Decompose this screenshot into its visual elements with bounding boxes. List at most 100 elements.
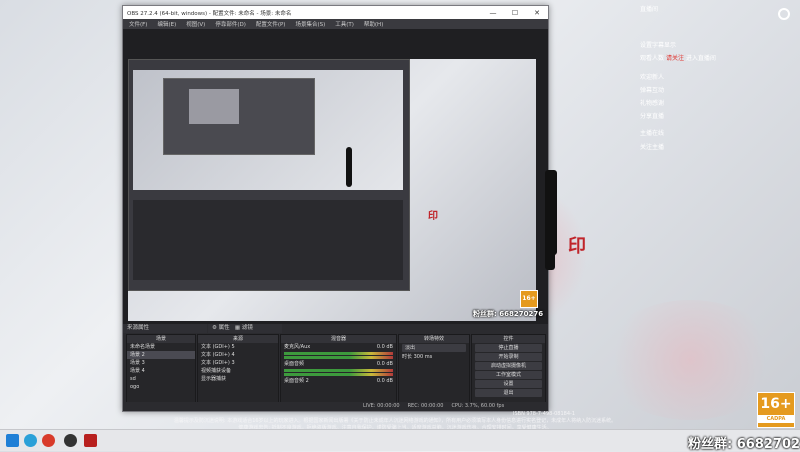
mixer-db: 0.0 dB <box>376 344 393 350</box>
menu-file[interactable]: 文件(F) <box>129 20 147 28</box>
source-item[interactable]: 文本 (GDI+) 5 <box>198 343 278 351</box>
nested-window-2 <box>163 78 315 155</box>
settings-button[interactable]: 设置 <box>475 380 542 388</box>
overlay-line: 设置字幕显示 <box>640 42 677 49</box>
overlay-line: 关注主播 <box>640 144 665 151</box>
scene-item[interactable]: sd <box>127 375 195 383</box>
notice-line: 温馨提示及防沉迷说明: 本游戏适合16岁以上的玩家进入。根据国家新闻出版署《关于… <box>173 418 617 424</box>
calligraphy-stroke <box>545 170 555 270</box>
rec-status: REC: 00:00:00 <box>407 403 444 409</box>
sources-header: 来源 <box>198 335 278 343</box>
properties-button[interactable]: ⚙ 属性 ▦ 滤镜 <box>208 324 282 333</box>
mixer-channel-label: 桌面音频 2 0.0 dB <box>281 377 396 385</box>
mixer-label: 麦克风/Aux <box>284 344 311 350</box>
duration-value[interactable]: 300 ms <box>414 354 433 360</box>
taskbar <box>0 429 800 451</box>
mixer-channel-label: 麦克风/Aux 0.0 dB <box>281 343 396 351</box>
mixer-dock: 混音器 麦克风/Aux 0.0 dB 桌面音频 0.0 dB 桌面音频 2 0.… <box>280 334 397 404</box>
source-item[interactable]: 文本 (GDI+) 4 <box>198 351 278 359</box>
obs-titlebar[interactable]: OBS 27.2.4 (64-bit, windows) - 配置文件: 未命名… <box>123 6 548 19</box>
overlay-line: 礼物感谢 <box>640 100 665 107</box>
volume-meter[interactable] <box>284 369 393 372</box>
minimize-icon[interactable]: — <box>482 9 504 17</box>
start-icon[interactable] <box>6 434 19 447</box>
obs-window[interactable]: OBS 27.2.4 (64-bit, windows) - 配置文件: 未命名… <box>122 5 549 412</box>
controls-dock: 控件 停止直播 开始录制 启动虚拟摄像机 工作室模式 设置 退出 <box>471 334 546 404</box>
overlay-line: 分享直播 <box>640 113 665 120</box>
menu-docks[interactable]: 停靠部件(D) <box>215 20 246 28</box>
mixer-db: 0.0 dB <box>376 361 393 367</box>
nested-overlay-text <box>398 59 478 139</box>
duration-row: 时长 300 ms <box>399 353 469 361</box>
scene-item[interactable]: 场景 4 <box>127 367 195 375</box>
app-icon[interactable] <box>84 434 97 447</box>
scenes-dock: 场景 未命名场景 场景 2 场景 3 场景 4 sd ogo <box>126 334 196 404</box>
age-rating-text: 16+ <box>760 396 792 412</box>
mixer-header: 混音器 <box>281 335 396 343</box>
scene-item[interactable]: 场景 3 <box>127 359 195 367</box>
overlay-text: 进入直播间 <box>685 55 716 62</box>
app-icon[interactable] <box>42 434 55 447</box>
age-rating-badge: 16+ <box>520 290 538 308</box>
volume-meter[interactable] <box>284 356 393 359</box>
stop-streaming-button[interactable]: 停止直播 <box>475 344 542 352</box>
nested-obs-window <box>128 59 410 291</box>
start-recording-button[interactable]: 开始录制 <box>475 353 542 361</box>
background-flower <box>600 300 780 420</box>
cpu-status: CPU: 3.7%, 60.00 fps <box>451 403 505 409</box>
transition-dock: 转场特效 淡出 时长 300 ms <box>398 334 470 404</box>
studio-mode-button[interactable]: 工作室模式 <box>475 371 542 379</box>
live-status: LIVE: 00:00:00 <box>363 403 400 409</box>
overlay-line: 弹幕互动 <box>640 87 665 94</box>
menu-tools[interactable]: 工具(T) <box>335 20 354 28</box>
transition-select[interactable]: 淡出 <box>402 344 466 352</box>
fans-group-text: 粉丝群: 668270276 <box>473 310 544 318</box>
maximize-icon[interactable]: ☐ <box>504 9 526 17</box>
overlay-line: 欢迎新人 <box>640 74 665 81</box>
gear-icon[interactable] <box>778 8 790 20</box>
seal-stamp: 印 <box>568 236 586 257</box>
nested-docks <box>133 200 403 280</box>
obs-statusbar: LIVE: 00:00:00 REC: 00:00:00 CPU: 3.7%, … <box>123 402 548 411</box>
close-icon[interactable]: ✕ <box>526 9 548 17</box>
nested-preview <box>133 70 403 190</box>
overlay-line: 观看人数 请关注 进入直播间 <box>640 53 716 62</box>
scene-item[interactable]: 未命名场景 <box>127 343 195 351</box>
source-item[interactable]: 显示器捕获 <box>198 375 278 383</box>
scene-item[interactable]: 场景 2 <box>127 351 195 359</box>
menu-profile[interactable]: 配置文件(P) <box>256 20 286 28</box>
mixer-label: 桌面音频 2 <box>284 378 309 384</box>
obs-menubar: 文件(F) 编辑(E) 视图(V) 停靠部件(D) 配置文件(P) 场景集合(S… <box>123 19 548 29</box>
menu-edit[interactable]: 编辑(E) <box>157 20 176 28</box>
overlay-highlight: 请关注 <box>665 55 684 62</box>
age-rating-badge-large: 16+ CADPA <box>757 392 795 428</box>
edge-icon[interactable] <box>24 434 37 447</box>
mixer-channel-label: 桌面音频 0.0 dB <box>281 360 396 368</box>
transition-header: 转场特效 <box>399 335 469 343</box>
volume-meter[interactable] <box>284 352 393 355</box>
virtual-camera-button[interactable]: 启动虚拟摄像机 <box>475 362 542 370</box>
controls-header: 控件 <box>472 335 545 343</box>
overlay-line: 直播间 <box>640 6 659 13</box>
menu-help[interactable]: 帮助(H) <box>364 20 383 28</box>
isbn-text: ISBN 978-7-498-08184-1 <box>513 411 575 417</box>
overlay-text: 观看人数 <box>640 55 665 62</box>
menu-scene-collection[interactable]: 场景集合(S) <box>295 20 325 28</box>
calligraphy-stroke <box>346 147 352 187</box>
seal-stamp: 印 <box>428 211 438 222</box>
menu-view[interactable]: 视图(V) <box>186 20 205 28</box>
source-item[interactable]: 视频捕获设备 <box>198 367 278 375</box>
age-rating-sub: CADPA <box>758 415 794 423</box>
source-item[interactable]: 文本 (GDI+) 3 <box>198 359 278 367</box>
scene-item[interactable]: ogo <box>127 383 195 391</box>
scenes-header: 场景 <box>127 335 195 343</box>
exit-button[interactable]: 退出 <box>475 389 542 397</box>
preview-caption: 来源属性 <box>123 324 207 333</box>
fans-group-text: 粉丝群: 668270276 <box>688 437 800 452</box>
obs-preview[interactable]: 印 16+ 粉丝群: 668270276 <box>123 29 548 324</box>
volume-meter[interactable] <box>284 373 393 376</box>
obs-icon[interactable] <box>64 434 77 447</box>
preview-capture: 印 16+ 粉丝群: 668270276 <box>128 59 543 321</box>
mixer-label: 桌面音频 <box>284 361 305 367</box>
sources-dock: 来源 文本 (GDI+) 5 文本 (GDI+) 4 文本 (GDI+) 3 视… <box>197 334 279 404</box>
